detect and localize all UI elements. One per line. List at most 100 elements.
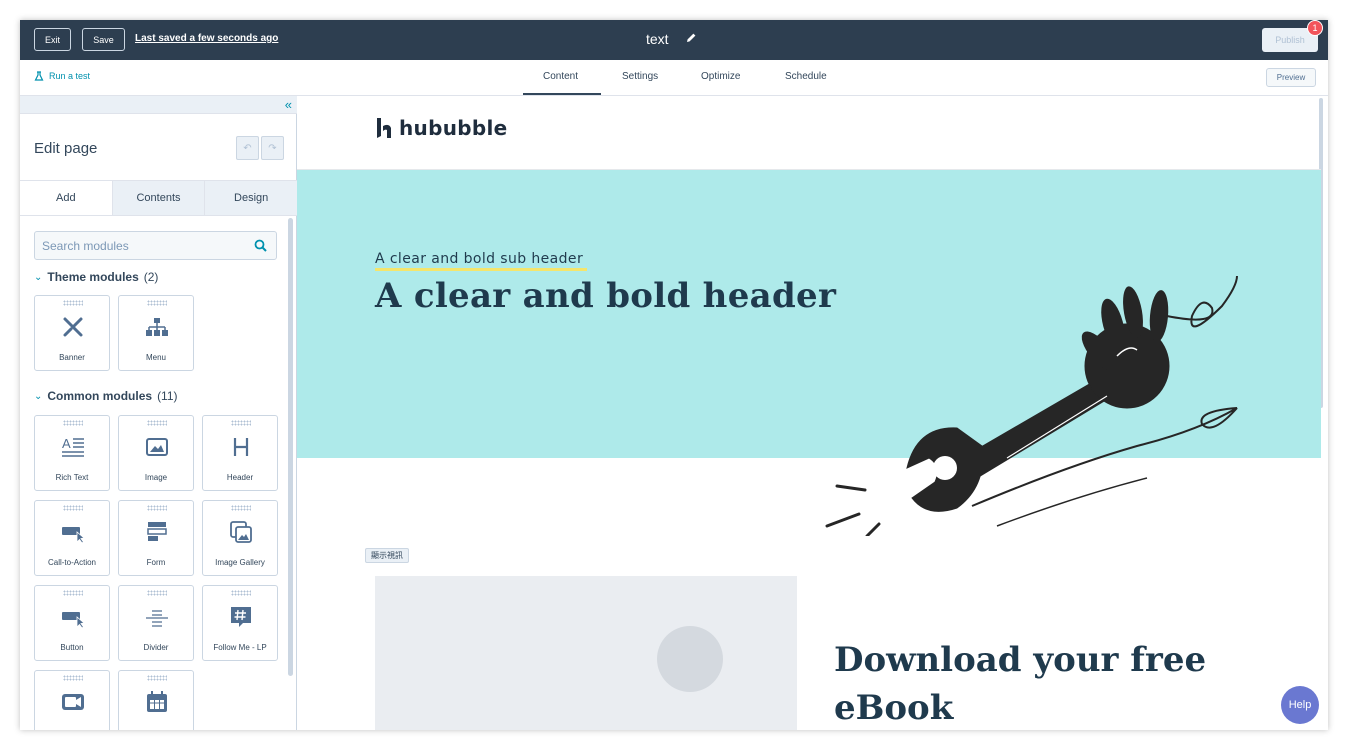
sidebar-collapse-bar: « [20, 96, 297, 114]
module-label: Follow Me - LP [213, 643, 267, 652]
theme-modules-count: (2) [143, 270, 159, 284]
svg-text:A: A [62, 436, 71, 451]
module-divider[interactable]: Divider [118, 585, 194, 661]
subheader-underline [375, 268, 587, 271]
run-test-label: Run a test [49, 71, 91, 81]
common-modules-count: (11) [157, 389, 178, 403]
form-icon [147, 522, 167, 541]
undo-icon[interactable]: ↶ [236, 136, 259, 160]
module-menu[interactable]: Menu [118, 295, 194, 371]
module-form[interactable]: Form [118, 500, 194, 576]
pencil-icon[interactable] [685, 31, 697, 45]
hero-subheader[interactable]: A clear and bold sub header [375, 251, 583, 267]
drag-handle[interactable] [63, 505, 83, 511]
sidebar-title: Edit page [34, 140, 98, 157]
module-video[interactable] [34, 670, 110, 730]
drag-handle[interactable] [231, 505, 251, 511]
drag-handle[interactable] [63, 300, 83, 306]
page-name[interactable]: text [646, 31, 669, 47]
show-video-chip[interactable]: 顯示視訊 [365, 548, 409, 563]
help-button[interactable]: Help [1281, 686, 1319, 724]
hububble-logo-mark-icon [377, 118, 391, 138]
module-button[interactable]: Button [34, 585, 110, 661]
chevron-down-icon: ⌄ [34, 390, 43, 402]
module-cta[interactable]: Call-to-Action [34, 500, 110, 576]
active-tab-indicator [523, 93, 601, 95]
video-icon [62, 694, 84, 710]
module-follow-me[interactable]: Follow Me - LP [202, 585, 278, 661]
sidebar-tab-design[interactable]: Design [204, 181, 298, 215]
header-icon [233, 438, 249, 456]
module-image[interactable]: Image [118, 415, 194, 491]
sitemap-icon [146, 318, 168, 336]
search-icon[interactable] [254, 239, 267, 252]
hashtag-icon [231, 607, 251, 627]
run-test-link[interactable]: Run a test [34, 71, 90, 81]
site-logo[interactable]: hububble [375, 116, 507, 140]
page-canvas[interactable]: hububble A clear and bold sub header A c… [297, 96, 1328, 730]
module-label: Divider [143, 643, 169, 652]
module-label: Banner [59, 353, 85, 362]
drag-handle[interactable] [147, 590, 167, 596]
tab-schedule[interactable]: Schedule [785, 71, 827, 82]
sidebar-scrollbar[interactable] [288, 218, 293, 676]
module-label: Call-to-Action [47, 558, 96, 567]
module-banner[interactable]: Banner [34, 295, 110, 371]
theme-modules-label: Theme modules [47, 270, 139, 284]
wrench-hand-illustration [825, 275, 1238, 536]
sidebar-tab-contents[interactable]: Contents [111, 181, 205, 215]
flask-icon [34, 71, 44, 81]
drag-handle[interactable] [63, 590, 83, 596]
exit-button[interactable]: Exit [34, 28, 71, 51]
logo-text: hububble [399, 116, 508, 140]
module-header[interactable]: Header [202, 415, 278, 491]
sidebar-tab-add[interactable]: Add [20, 181, 112, 215]
module-label: Button [60, 643, 84, 652]
drag-handle[interactable] [147, 420, 167, 426]
theme-modules-header[interactable]: ⌄ Theme modules (2) [34, 270, 158, 284]
save-button[interactable]: Save [82, 28, 125, 51]
module-label: Rich Text [55, 473, 89, 482]
redo-icon[interactable]: ↷ [261, 136, 284, 160]
editor-tab-bar: Run a test Content Settings Optimize Sch… [20, 60, 1328, 96]
undo-redo-group: ↶ ↷ [236, 136, 284, 160]
last-saved-link[interactable]: Last saved a few seconds ago [135, 33, 278, 44]
chevron-down-icon: ⌄ [34, 271, 43, 283]
image-icon [146, 438, 168, 456]
module-label: Menu [145, 353, 166, 362]
editor-window: Exit Save Last saved a few seconds ago t… [20, 20, 1328, 730]
drag-handle[interactable] [231, 420, 251, 426]
module-label: Image Gallery [215, 558, 265, 567]
module-image-gallery[interactable]: Image Gallery [202, 500, 278, 576]
sidebar-tabs: Add Contents Design [20, 180, 298, 216]
tab-content[interactable]: Content [543, 71, 578, 82]
notification-badge: 1 [1307, 20, 1323, 36]
calendar-icon [147, 691, 167, 712]
module-label: Header [226, 473, 254, 482]
tab-settings[interactable]: Settings [622, 71, 658, 82]
drag-handle[interactable] [231, 590, 251, 596]
top-bar: Exit Save Last saved a few seconds ago t… [20, 20, 1328, 60]
drag-handle[interactable] [147, 300, 167, 306]
tab-optimize[interactable]: Optimize [701, 71, 740, 82]
drag-handle[interactable] [147, 505, 167, 511]
preview-button[interactable]: Preview [1266, 68, 1316, 87]
module-label: Form [146, 558, 166, 567]
search-input[interactable] [42, 232, 242, 259]
drag-handle[interactable] [147, 675, 167, 681]
ebook-title[interactable]: Download your free eBook [834, 636, 1254, 730]
module-rich-text[interactable]: A Rich Text [34, 415, 110, 491]
edit-sidebar: « Edit page ↶ ↷ Add Contents Design ⌄ Th… [20, 96, 298, 730]
image-placeholder[interactable] [375, 576, 797, 730]
gallery-icon [230, 521, 252, 543]
hero-header[interactable]: A clear and bold header [375, 276, 836, 316]
collapse-icon[interactable]: « [285, 98, 292, 111]
module-label: Image [144, 473, 168, 482]
module-meetings[interactable] [118, 670, 194, 730]
drag-handle[interactable] [63, 420, 83, 426]
module-search [34, 231, 277, 260]
common-modules-header[interactable]: ⌄ Common modules (11) [34, 389, 178, 403]
placeholder-circle [657, 626, 723, 692]
common-modules-label: Common modules [47, 389, 153, 403]
drag-handle[interactable] [63, 675, 83, 681]
